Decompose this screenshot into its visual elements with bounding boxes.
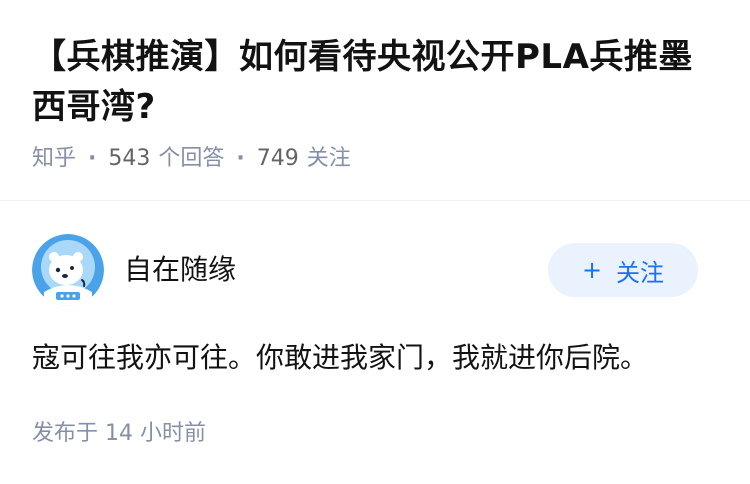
answer-count-label[interactable]: 个回答 [158,144,224,174]
meta-separator: · [88,146,97,171]
timestamp-value: 14 小时前 [105,421,207,446]
meta-separator: · [236,146,245,171]
follower-count: 749 [256,146,299,171]
polar-bear-astronaut-avatar-icon [32,234,104,306]
author-row: 自在随缘 + 关注 [32,234,698,306]
answer-count: 543 [108,146,151,171]
follow-button[interactable]: + 关注 [548,243,698,297]
source-label[interactable]: 知乎 [32,144,76,174]
timestamp-label: 发布于 [32,421,99,446]
question-title[interactable]: 【兵棋推演】如何看待央视公开PLA兵推墨西哥湾? [32,32,722,132]
follower-count-label: 关注 [306,146,351,171]
follow-label: 关注 [616,258,665,287]
avatar[interactable] [32,234,104,306]
question-meta: 知乎 · 543 个回答 · 749 关注 [32,144,722,174]
answer-timestamp: 发布于 14 小时前 [32,419,206,449]
plus-icon: + [581,256,603,284]
author-name[interactable]: 自在随缘 [124,248,236,288]
section-divider [0,200,750,201]
answer-content[interactable]: 寇可往我亦可往。你敢进我家门，我就进你后院。 [32,336,722,380]
question-header: 【兵棋推演】如何看待央视公开PLA兵推墨西哥湾? 知乎 · 543 个回答 · … [32,32,722,174]
